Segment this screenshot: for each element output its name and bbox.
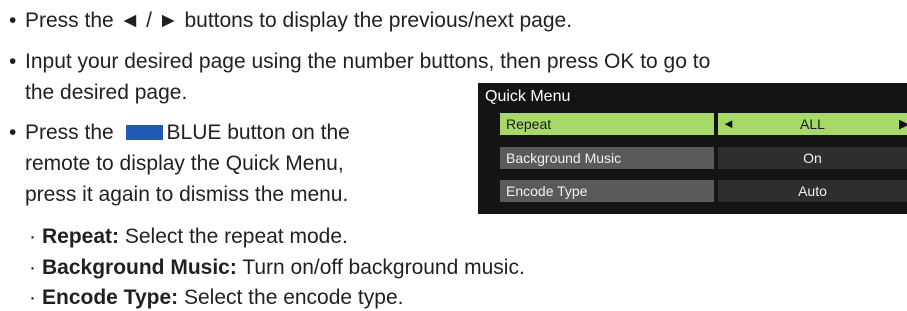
sub-bullet: · (29, 225, 36, 248)
left-arrow-icon[interactable]: ◄ (722, 113, 735, 135)
instruction-text: BLUE button on the (166, 121, 350, 144)
sub-item-term: Repeat: (42, 225, 120, 248)
instruction-line-prev-next: • Press the ◄ / ► buttons to display the … (9, 8, 572, 33)
instruction-text: Press the (25, 121, 120, 144)
quick-menu-row-repeat[interactable]: Repeat ◄ ALL ▶ (500, 113, 907, 135)
quick-menu-row-encode-type[interactable]: Encode Type Auto (500, 180, 907, 202)
instruction-line-continued: press it again to dismiss the menu. (25, 182, 348, 207)
sub-item-encode-type: · Encode Type: Select the encode type. (29, 285, 403, 310)
quick-menu-title: Quick Menu (485, 88, 571, 105)
repeat-value: ALL (800, 116, 825, 132)
quick-menu-row-label: Background Music (500, 147, 714, 169)
right-arrow-icon[interactable]: ▶ (899, 113, 907, 135)
sub-bullet: · (29, 286, 36, 309)
instruction-text: Press the (25, 9, 120, 32)
quick-menu-row-background-music[interactable]: Background Music On (500, 147, 907, 169)
prev-next-arrows-icon: ◄ / ► (119, 9, 179, 32)
instruction-line-continued: the desired page. (25, 80, 187, 105)
quick-menu-row-value[interactable]: On (718, 147, 907, 169)
instruction-text: the desired page. (25, 81, 188, 104)
bullet: • (9, 50, 17, 73)
instruction-text: Input your desired page using the number… (25, 50, 711, 73)
quick-menu-panel: Quick Menu Repeat ◄ ALL ▶ Background Mus… (478, 83, 907, 214)
sub-item-desc: Select the encode type. (178, 286, 404, 309)
instruction-text: press it again to dismiss the menu. (25, 183, 349, 206)
bullet: • (9, 121, 17, 144)
quick-menu-row-label: Encode Type (500, 180, 714, 202)
sub-item-repeat: · Repeat: Select the repeat mode. (29, 224, 348, 249)
instruction-text: remote to display the Quick Menu, (25, 152, 344, 175)
sub-item-term: Encode Type: (42, 286, 179, 309)
quick-menu-row-value[interactable]: ◄ ALL ▶ (718, 113, 907, 135)
sub-item-desc: Turn on/off background music. (236, 256, 525, 279)
instruction-text: buttons to display the previous/next pag… (178, 9, 573, 32)
blue-button-icon (125, 125, 163, 140)
quick-menu-row-label: Repeat (500, 113, 714, 135)
sub-bullet: · (29, 256, 36, 279)
quick-menu-row-value[interactable]: Auto (718, 180, 907, 202)
instruction-line-blue-button: • Press the BLUE button on the (9, 120, 350, 145)
sub-item-term: Background Music: (42, 256, 237, 279)
sub-item-desc: Select the repeat mode. (119, 225, 348, 248)
instruction-line-continued: remote to display the Quick Menu, (25, 151, 344, 176)
sub-item-background-music: · Background Music: Turn on/off backgroun… (29, 255, 525, 280)
bullet: • (9, 9, 17, 32)
instruction-line-input-page: • Input your desired page using the numbe… (9, 49, 710, 74)
